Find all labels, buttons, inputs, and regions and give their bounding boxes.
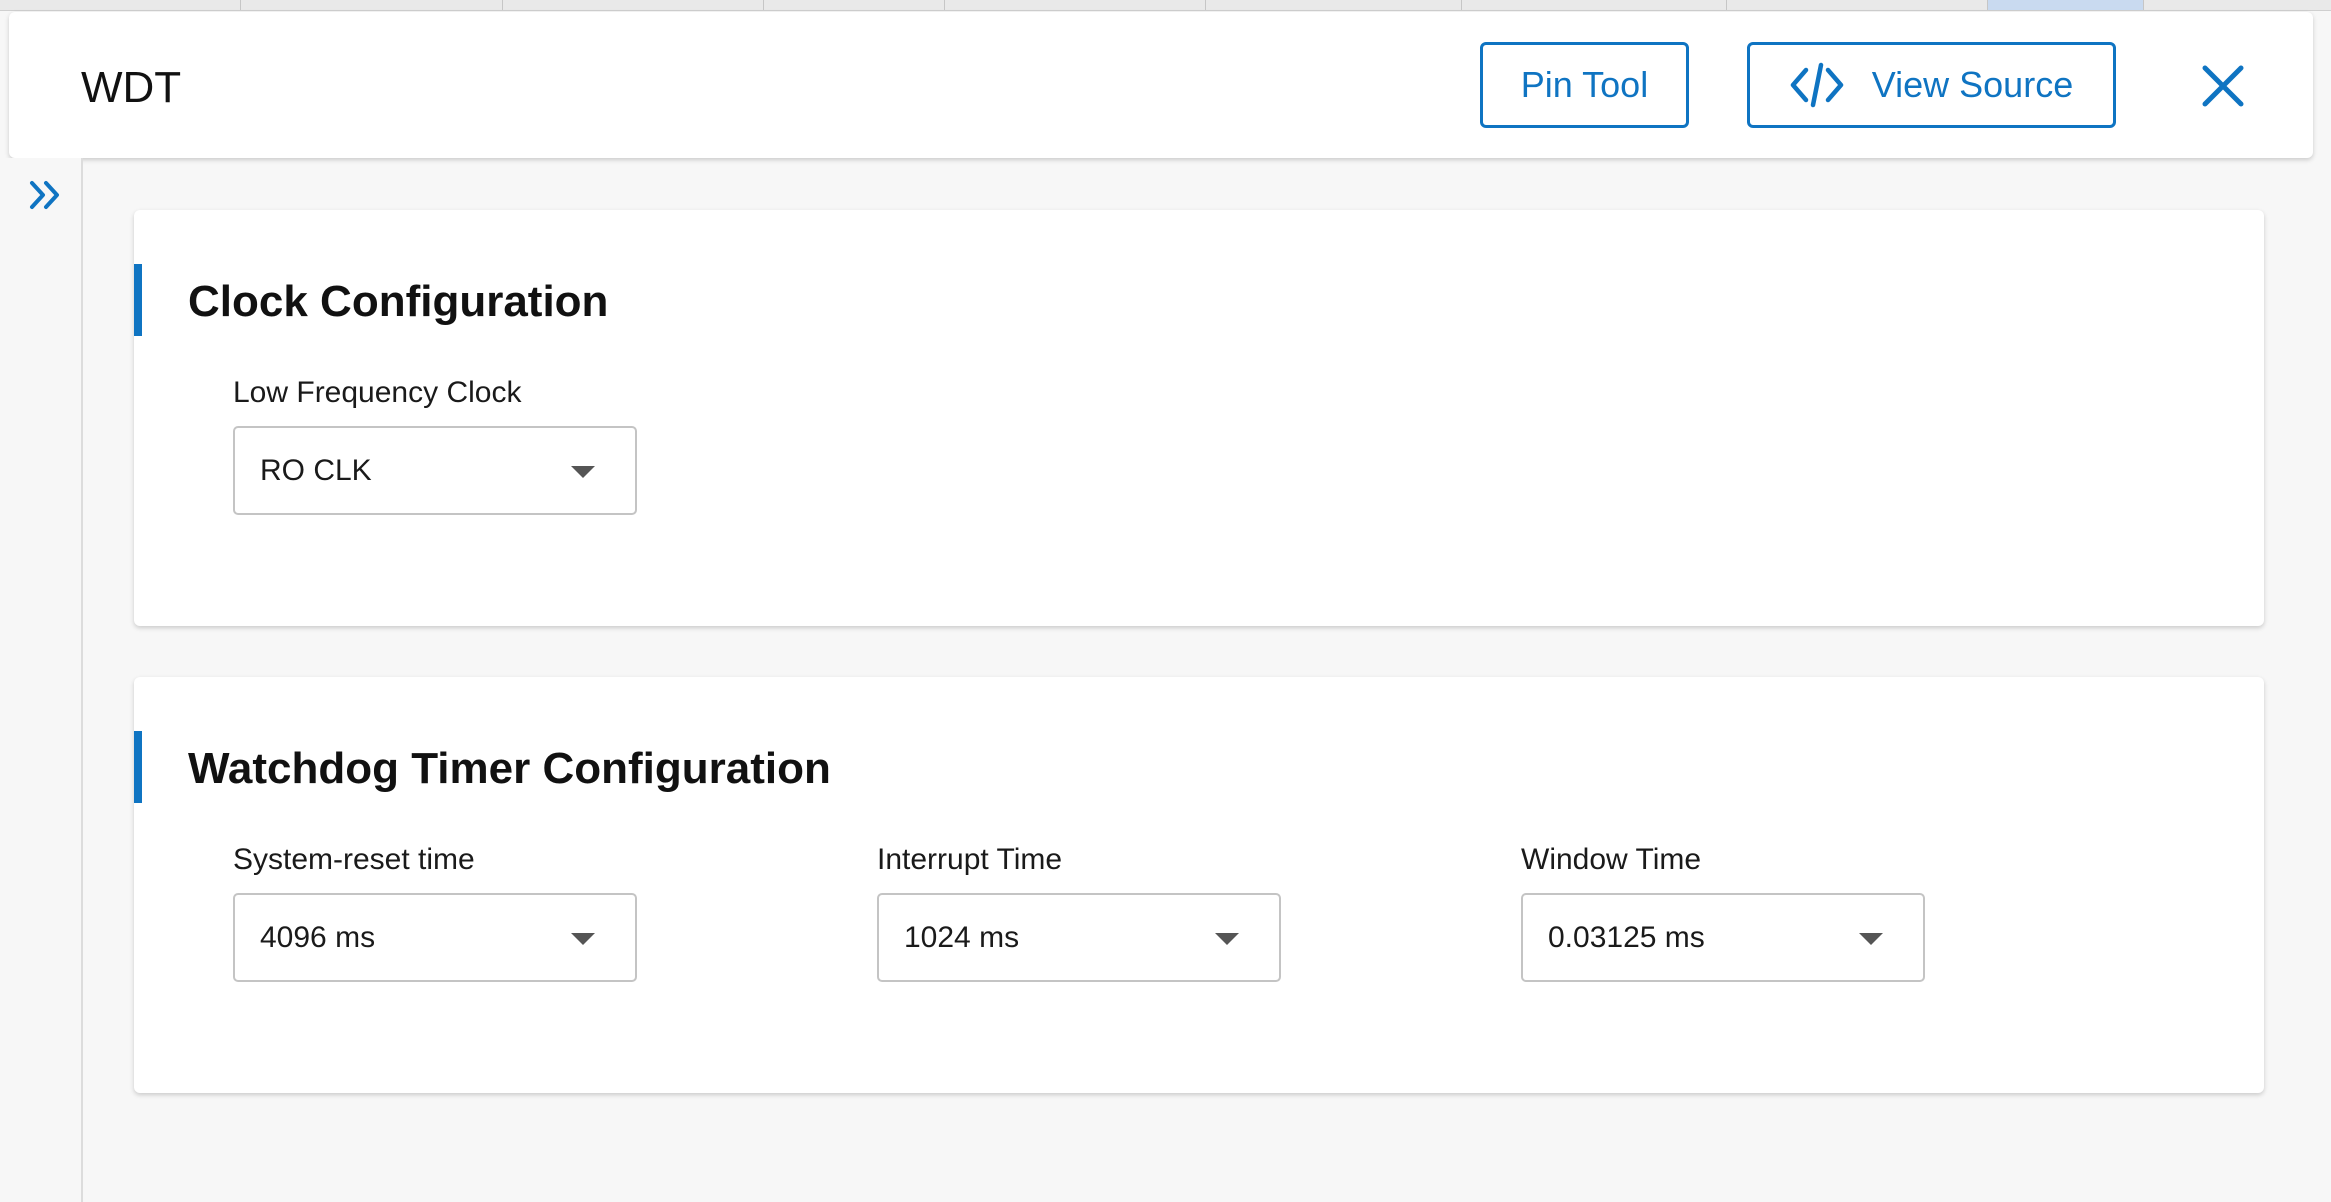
caret-down-icon	[571, 933, 595, 945]
editor-tab-strip	[0, 0, 2331, 11]
select-value: RO CLK	[260, 454, 372, 487]
panel-header: WDT Pin Tool View Source	[9, 12, 2313, 158]
low-frequency-clock-select[interactable]: RO CLK	[233, 426, 637, 515]
editor-tab-active[interactable]	[1987, 0, 2144, 10]
caret-down-icon	[1215, 933, 1239, 945]
clock-configuration-section: Clock Configuration Low Frequency Clock …	[134, 210, 2264, 626]
editor-tab[interactable]	[502, 0, 764, 10]
pin-tool-button-label: Pin Tool	[1520, 64, 1649, 105]
interrupt-time-select[interactable]: 1024 ms	[877, 893, 1281, 982]
select-value: 4096 ms	[260, 921, 376, 954]
section-title: Watchdog Timer Configuration	[188, 744, 831, 793]
view-source-button-label: View Source	[1871, 64, 2074, 105]
select-value: 0.03125 ms	[1548, 921, 1705, 954]
interrupt-time-label: Interrupt Time	[877, 843, 1063, 876]
system-reset-time-label: System-reset time	[233, 843, 475, 876]
section-accent-bar	[134, 731, 142, 803]
editor-tab[interactable]	[1726, 0, 1988, 10]
double-chevron-right-icon[interactable]	[28, 178, 64, 212]
page-title: WDT	[81, 63, 182, 112]
caret-down-icon	[571, 466, 595, 478]
system-reset-time-select[interactable]: 4096 ms	[233, 893, 637, 982]
editor-tab[interactable]	[1205, 0, 1462, 10]
section-accent-bar	[134, 264, 142, 336]
watchdog-timer-configuration-section: Watchdog Timer Configuration System-rese…	[134, 677, 2264, 1093]
left-rail	[0, 158, 83, 1202]
window-time-select[interactable]: 0.03125 ms	[1521, 893, 1925, 982]
close-icon[interactable]	[2197, 60, 2249, 112]
editor-tab[interactable]	[763, 0, 945, 10]
editor-tab[interactable]	[240, 0, 503, 10]
code-icon	[1790, 62, 1844, 108]
editor-tab[interactable]	[1461, 0, 1727, 10]
pin-tool-button[interactable]: Pin Tool	[1480, 42, 1689, 128]
caret-down-icon	[1859, 933, 1883, 945]
window-time-label: Window Time	[1521, 843, 1702, 876]
select-value: 1024 ms	[904, 921, 1020, 954]
section-title: Clock Configuration	[188, 277, 609, 326]
view-source-button[interactable]: View Source	[1747, 42, 2116, 128]
wdt-config-page: WDT Pin Tool View Source Clock Configura…	[0, 0, 2331, 1202]
editor-tab[interactable]	[944, 0, 1206, 10]
editor-tab[interactable]	[2143, 0, 2331, 10]
low-frequency-clock-label: Low Frequency Clock	[233, 376, 522, 409]
